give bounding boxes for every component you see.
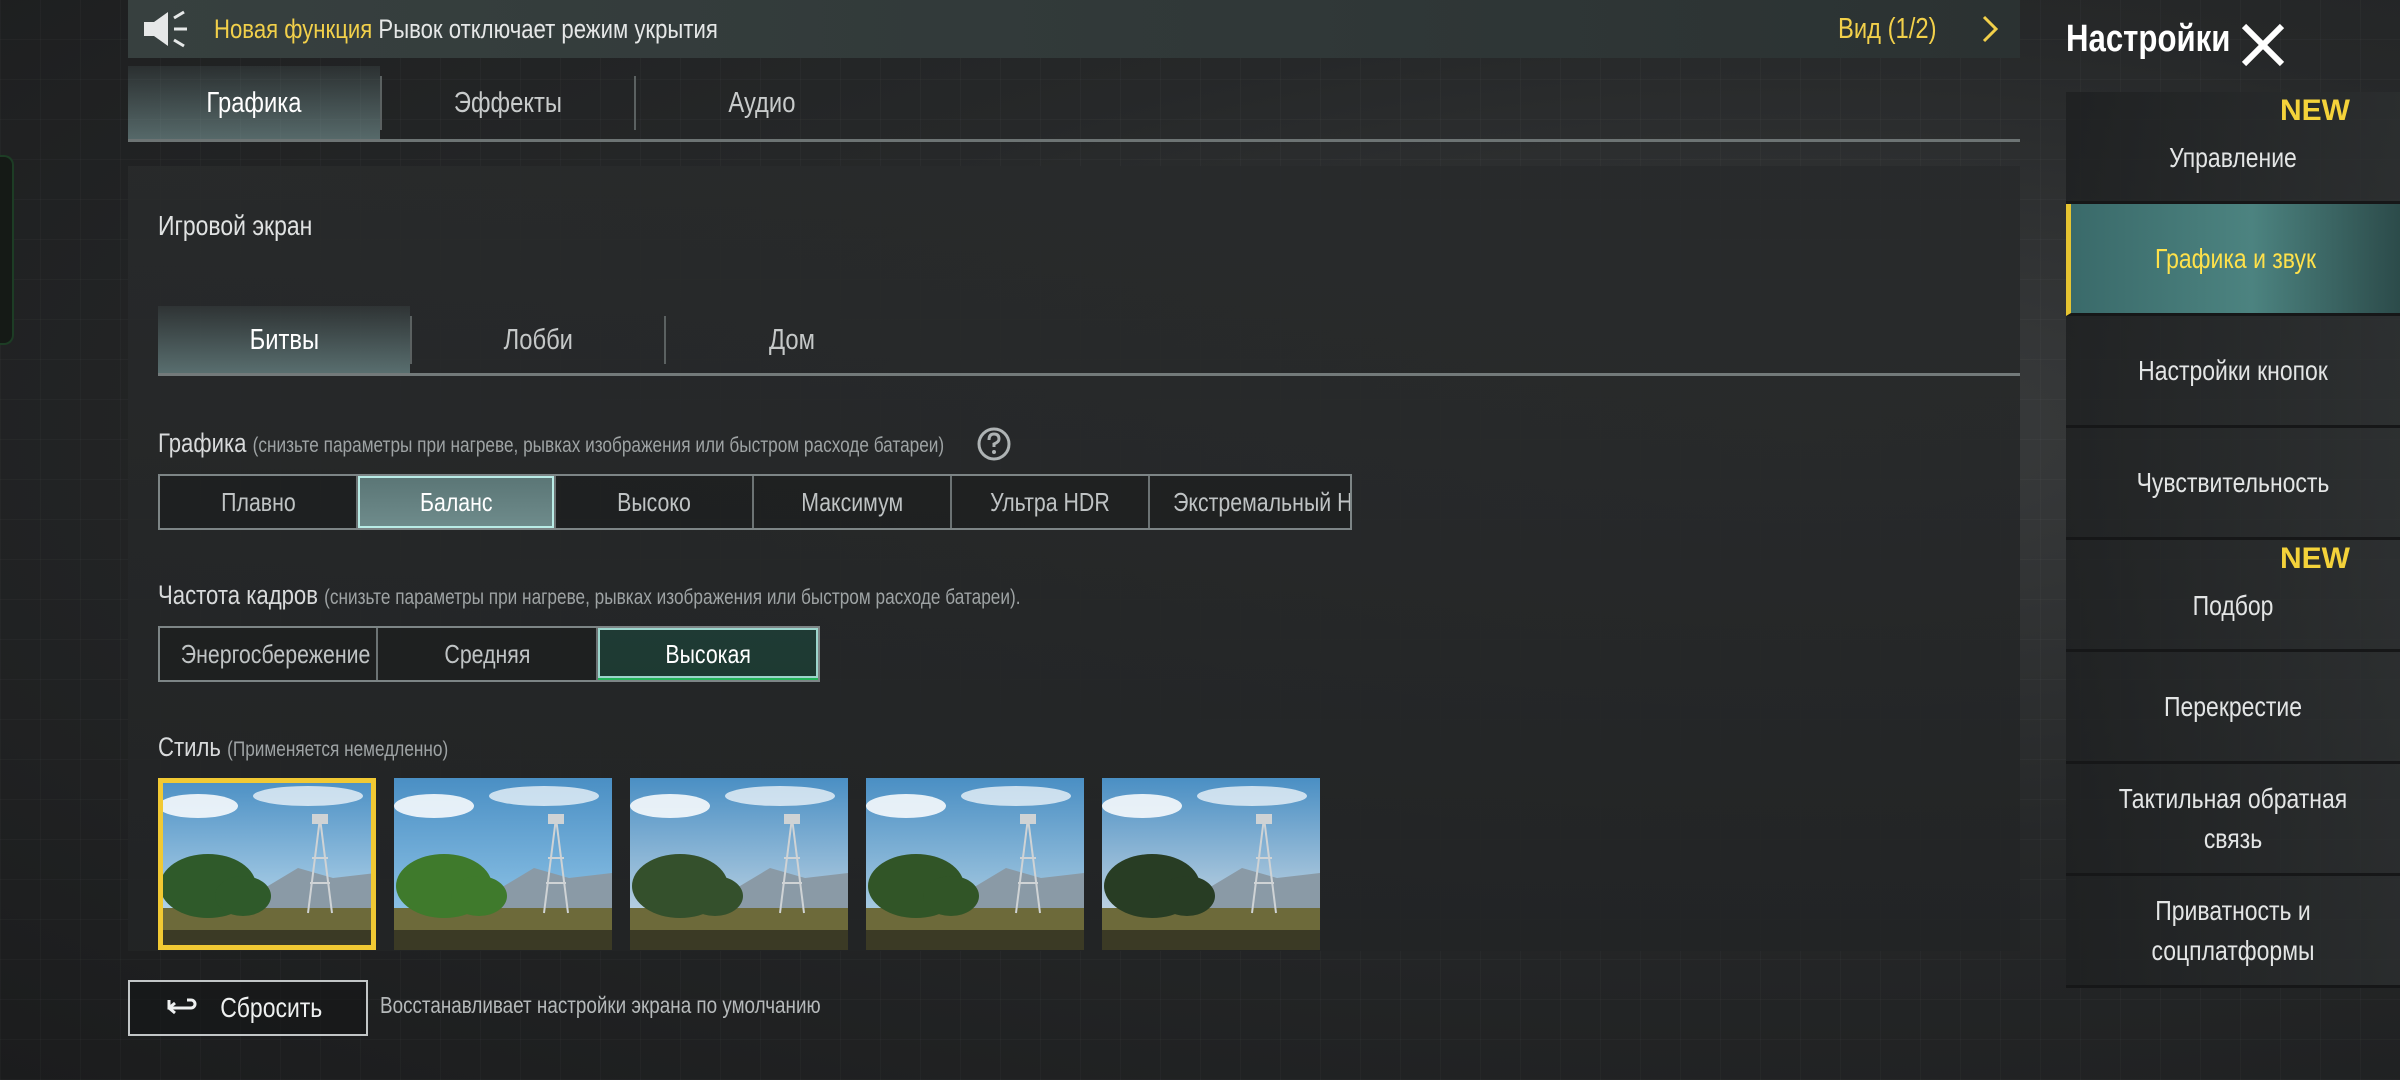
subtab-lobby[interactable]: Лобби	[412, 306, 664, 376]
reset-button[interactable]: Сбросить	[128, 980, 368, 1036]
style-hint: (Применяется немедленно)	[227, 738, 449, 761]
screen-sub-tabs: Битвы Лобби Дом	[158, 306, 2020, 376]
sidebar-item[interactable]: Приватность и соцплатформы	[2066, 876, 2400, 988]
sidebar-item-label: Настройки кнопок	[2138, 354, 2328, 386]
graphics-quality-selector: Плавно Баланс Высоко Максимум Ультра HDR…	[158, 474, 1352, 530]
reset-description: Восстанавливает настройки экрана по умол…	[380, 992, 821, 1018]
section-title: Игровой экран	[158, 210, 313, 241]
style-thumbnail[interactable]	[630, 778, 848, 950]
graphics-option-smooth[interactable]: Плавно	[160, 476, 358, 528]
style-preview-image	[394, 778, 612, 950]
sidebar-item-label: Приватность и соцплатформы	[2151, 894, 2315, 966]
graphics-option-balanced[interactable]: Баланс	[358, 476, 556, 528]
tab-audio[interactable]: Аудио	[636, 66, 888, 142]
graphics-option-high[interactable]: Высоко	[556, 476, 754, 528]
sidebar-item-label: Перекрестие	[2164, 690, 2302, 722]
settings-title: Настройки	[2066, 18, 2231, 60]
style-thumbnail[interactable]	[866, 778, 1084, 950]
style-preview-image	[1102, 778, 1320, 950]
tab-effects[interactable]: Эффекты	[382, 66, 634, 142]
sidebar-item-label: Графика и звук	[2154, 242, 2317, 274]
fps-option-high[interactable]: Высокая	[598, 628, 818, 680]
banner-message: Новая функция Рывок отключает режим укры…	[214, 0, 828, 58]
sidebar-item-label: Подбор	[2192, 589, 2274, 621]
subtabs-underline	[158, 373, 2020, 376]
graphics-option-ultra-hdr[interactable]: Ультра HDR	[952, 476, 1150, 528]
style-preview-image	[866, 778, 1084, 950]
chevron-right-icon[interactable]	[1980, 14, 2000, 44]
new-badge: NEW	[2280, 94, 2350, 127]
graphics-option-extreme-hdr[interactable]: Экстремальный HDR	[1150, 476, 1350, 528]
sidebar-item[interactable]: Перекрестие	[2066, 652, 2400, 764]
sidebar-item[interactable]: Настройки кнопок	[2066, 316, 2400, 428]
fps-option-power-saving[interactable]: Энергосбережение	[160, 628, 378, 680]
sidebar-item[interactable]: NEW Подбор	[2066, 540, 2400, 652]
sidebar-item[interactable]: NEW Управление	[2066, 92, 2400, 204]
sidebar-item-label: Чувствительность	[2136, 466, 2330, 498]
subtab-battles[interactable]: Битвы	[158, 306, 410, 376]
new-badge: NEW	[2280, 542, 2350, 575]
sidebar-item-label: Тактильная обратная связь	[2118, 782, 2348, 854]
help-icon[interactable]	[976, 426, 1012, 462]
view-counter[interactable]: Вид (1/2)	[1838, 0, 1958, 58]
style-thumbnail[interactable]	[158, 778, 376, 950]
style-thumbnail[interactable]	[1102, 778, 1320, 950]
sidebar-item-label: Управление	[2169, 141, 2297, 173]
fps-option-medium[interactable]: Средняя	[378, 628, 598, 680]
graphics-option-max[interactable]: Максимум	[754, 476, 952, 528]
fps-label: Частота кадров (снизьте параметры при на…	[158, 580, 1021, 610]
news-banner[interactable]: Новая функция Рывок отключает режим укры…	[128, 0, 2020, 58]
sidebar-item[interactable]: Чувствительность	[2066, 428, 2400, 540]
settings-panel: Игровой экран Битвы Лобби Дом Графика (с…	[128, 166, 2020, 951]
close-icon[interactable]	[2238, 20, 2288, 70]
sidebar-item[interactable]: Тактильная обратная связь	[2066, 764, 2400, 876]
fps-selector: Энергосбережение Средняя Высокая	[158, 626, 820, 682]
left-edge-handle[interactable]	[0, 155, 14, 345]
style-preview-image	[630, 778, 848, 950]
style-thumbnail[interactable]	[394, 778, 612, 950]
graphics-hint: (снизьте параметры при нагреве, рывках и…	[252, 434, 945, 457]
tabs-underline	[128, 139, 2020, 142]
style-label: Стиль (Применяется немедленно)	[158, 732, 449, 762]
undo-icon	[167, 998, 197, 1015]
tab-graphics[interactable]: Графика	[128, 66, 380, 142]
graphics-label: Графика (снизьте параметры при нагреве, …	[158, 428, 945, 458]
subtab-home[interactable]: Дом	[666, 306, 918, 376]
banner-text: Рывок отключает режим укрытия	[378, 14, 718, 44]
style-preview-image	[158, 778, 376, 950]
style-thumbnails	[158, 778, 1320, 950]
top-tabs: Графика Эффекты Аудио	[128, 66, 2020, 142]
settings-sidebar: NEW Управление Графика и звук Настройки кно…	[2066, 92, 2400, 988]
reset-label: Сбросить	[219, 992, 323, 1023]
sidebar-item[interactable]: Графика и звук	[2066, 204, 2400, 316]
speaker-icon	[144, 10, 187, 48]
banner-highlight: Новая функция	[214, 14, 373, 44]
fps-hint: (снизьте параметры при нагреве, рывках и…	[324, 586, 1021, 609]
